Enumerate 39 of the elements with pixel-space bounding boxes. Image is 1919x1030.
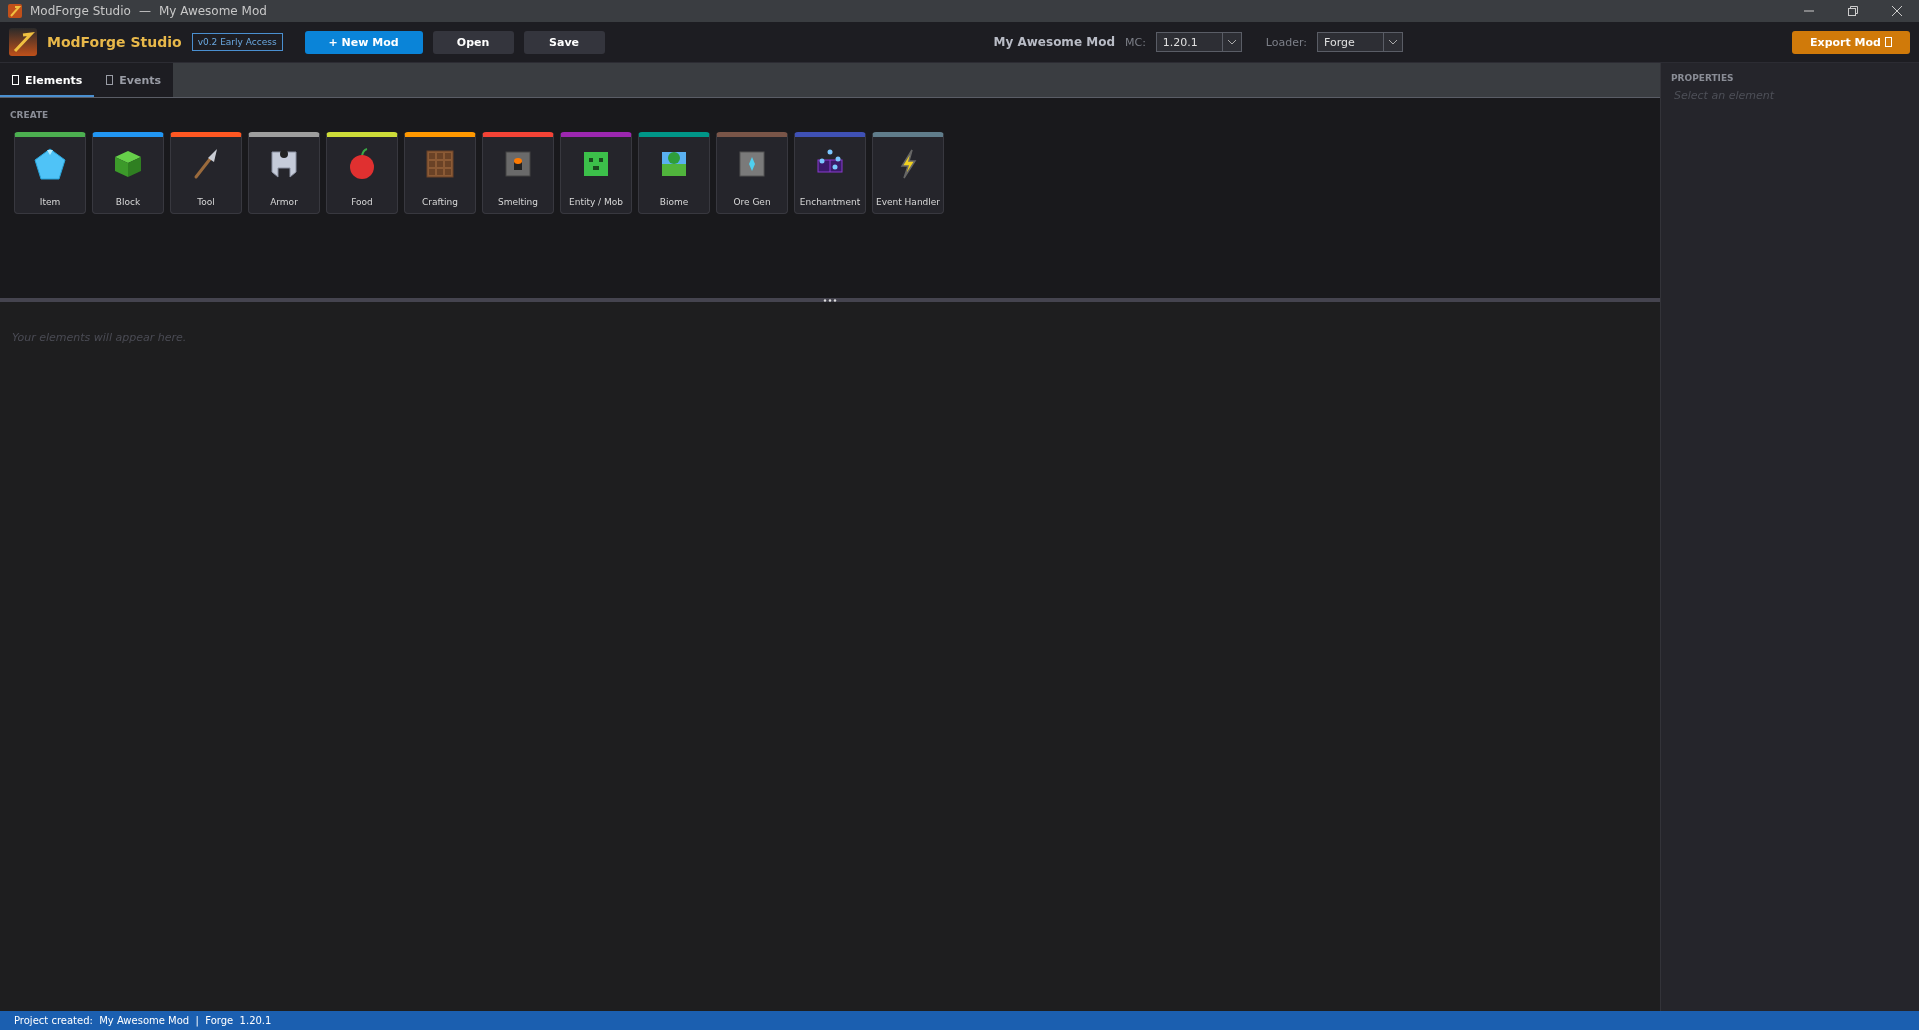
toolbar-button[interactable]: Save xyxy=(523,30,605,54)
loader-select[interactable]: Forge xyxy=(1317,32,1404,52)
title-separator: — xyxy=(138,4,151,18)
mc-version-label: MC: xyxy=(1124,35,1146,49)
mod-name: My Awesome Mod xyxy=(993,35,1115,49)
element-tile[interactable]: Event Handler xyxy=(872,132,944,214)
close-icon[interactable] xyxy=(1892,6,1902,16)
tab[interactable]: Elements xyxy=(0,63,95,97)
gem-icon xyxy=(32,146,68,182)
toolbar-button[interactable]: Open xyxy=(432,30,514,54)
element-tile[interactable]: Crafting xyxy=(404,132,476,214)
element-tile[interactable]: Smelting xyxy=(482,132,554,214)
section-heading: CREATE xyxy=(10,110,50,120)
element-tile[interactable]: Biome xyxy=(638,132,710,214)
element-tile[interactable]: Entity / Mob xyxy=(560,132,632,214)
app-logo-icon xyxy=(8,4,22,18)
app-name: ModForge Studio xyxy=(47,34,182,50)
properties-heading: PROPERTIES xyxy=(1671,73,1734,83)
missing-glyph-icon xyxy=(106,75,114,85)
loader-label: Loader: xyxy=(1265,35,1308,49)
element-tile[interactable]: Item xyxy=(14,132,86,214)
element-tile[interactable]: Armor xyxy=(248,132,320,214)
element-tile[interactable]: Ore Gen xyxy=(716,132,788,214)
element-tile[interactable]: Block xyxy=(92,132,164,214)
splitter-handle-icon[interactable] xyxy=(823,298,837,302)
element-tile[interactable]: Tool xyxy=(170,132,242,214)
restore-icon[interactable] xyxy=(1848,6,1858,16)
window-title: ModForge Studio xyxy=(30,4,131,18)
missing-glyph-icon xyxy=(1885,37,1892,47)
app-logo-icon xyxy=(9,28,37,56)
version-badge: v0.2 Early Access xyxy=(191,33,283,51)
element-tile[interactable]: Enchantment xyxy=(794,132,866,214)
status-text: Project created: My Awesome Mod | Forge 1.20.1 xyxy=(14,1015,272,1026)
tab[interactable]: Events xyxy=(94,63,174,97)
mc-version-select[interactable]: 1.20.1 xyxy=(1155,32,1242,52)
new-mod-button[interactable]: + New Mod xyxy=(304,30,423,54)
document-title: My Awesome Mod xyxy=(158,4,267,18)
missing-glyph-icon xyxy=(12,75,19,85)
element-tile[interactable]: Food xyxy=(326,132,398,214)
